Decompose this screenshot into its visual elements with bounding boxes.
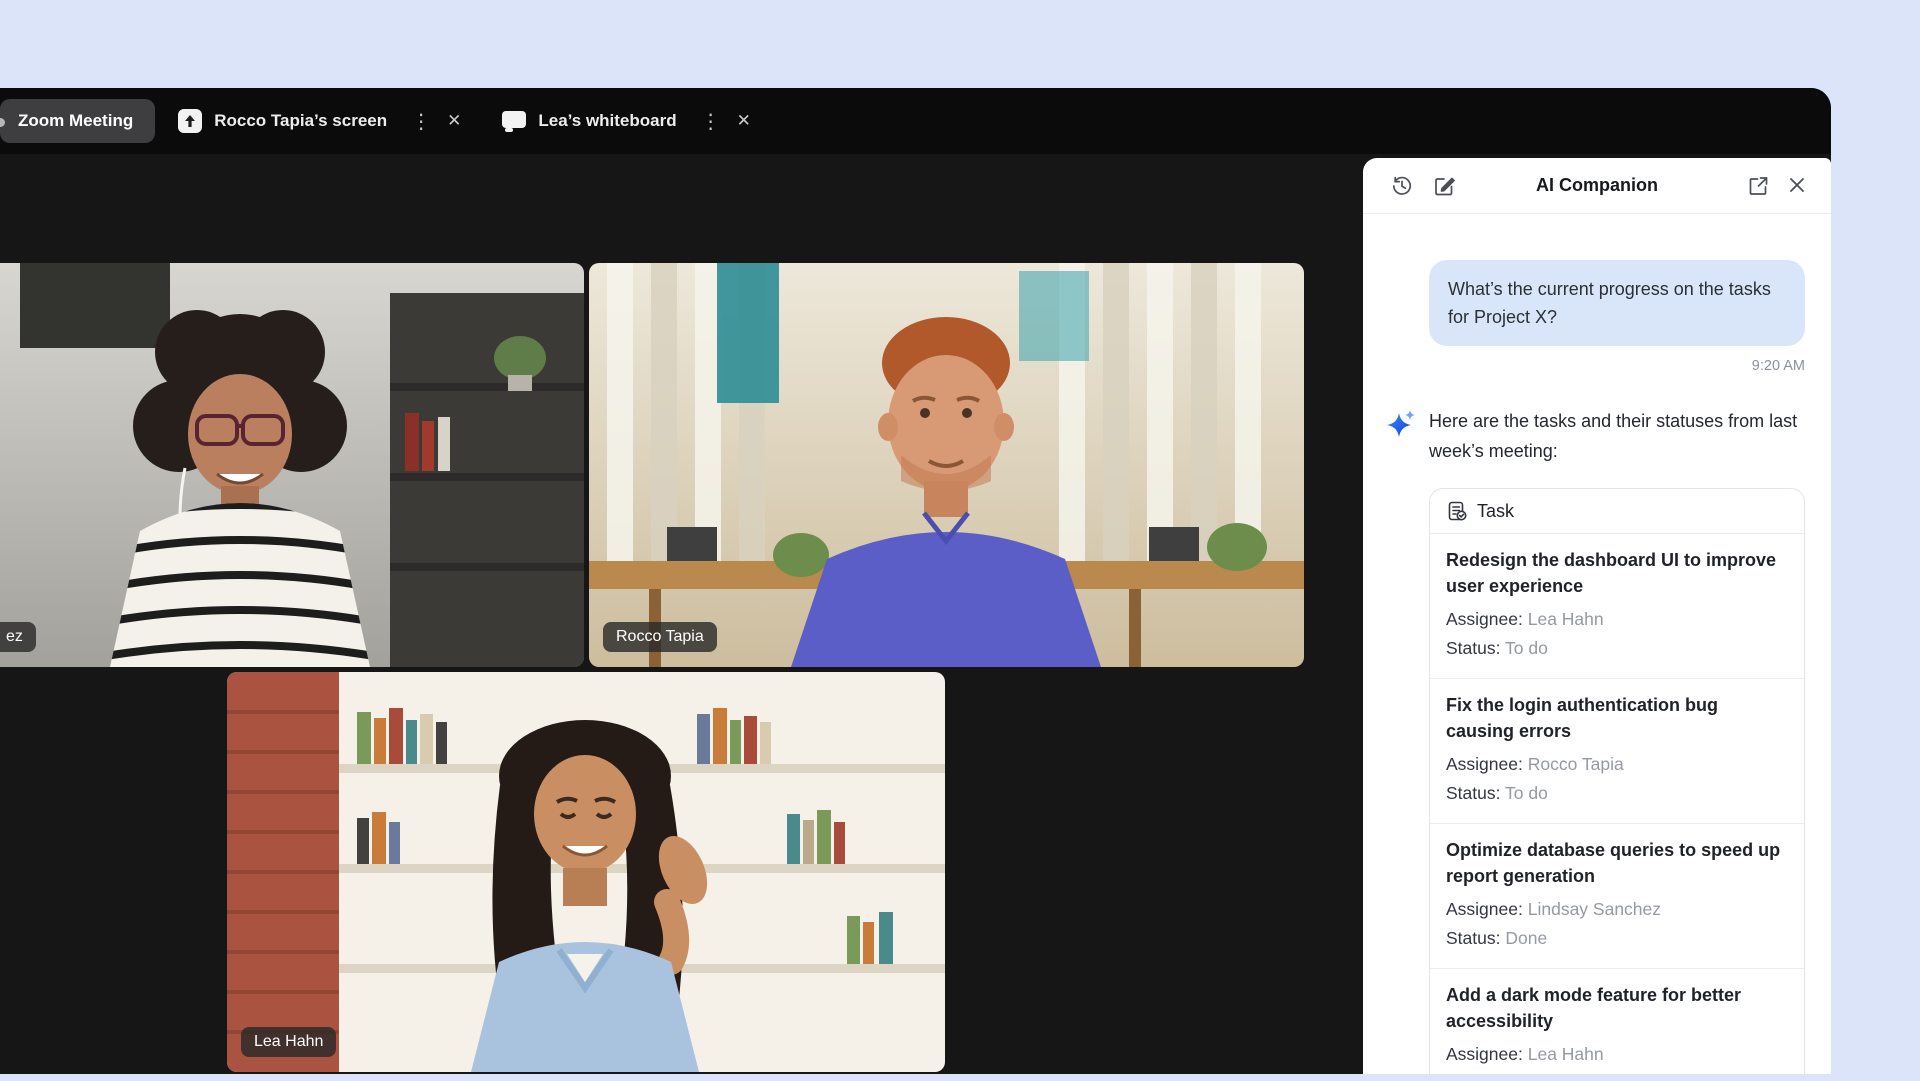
- tab-zoom-meeting[interactable]: Zoom Meeting: [0, 99, 155, 143]
- task-item: Optimize database queries to speed up re…: [1430, 823, 1804, 968]
- tab-menu-button[interactable]: ⋮: [403, 109, 439, 134]
- ai-companion-panel: AI Companion What’s the current prog: [1363, 158, 1831, 1074]
- participant-name-tag: ez: [0, 622, 36, 652]
- task-title: Optimize database queries to speed up re…: [1446, 837, 1788, 889]
- task-status: Status:: [1446, 783, 1500, 803]
- whiteboard-icon: [501, 109, 527, 133]
- tab-bar: Zoom Meeting Rocco Tapia’s screen ⋮ ✕ Le…: [0, 88, 1831, 154]
- tab-label: Zoom Meeting: [18, 111, 133, 131]
- ai-response-text: Here are the tasks and their statuses fr…: [1429, 406, 1805, 466]
- message-timestamp: 9:20 AM: [1429, 358, 1805, 374]
- task-assignee: Assignee: Lea Hahn Status: Done: [1446, 1040, 1788, 1074]
- task-assignee: Assignee: Lindsay Sanchez Status: Done: [1446, 895, 1788, 953]
- ai-panel-header: AI Companion: [1363, 158, 1831, 214]
- task-title: Fix the login authentication bug causing…: [1446, 692, 1788, 744]
- lea-video-illustration: [227, 672, 945, 1072]
- tab-close-button[interactable]: ✕: [729, 111, 759, 131]
- task-assignee: Assignee: Rocco Tapia Status: To do: [1446, 750, 1788, 808]
- tab-rocco-screen[interactable]: Rocco Tapia’s screen: [171, 99, 393, 143]
- tab-menu-button[interactable]: ⋮: [693, 109, 729, 134]
- task-title: Redesign the dashboard UI to improve use…: [1446, 547, 1788, 599]
- meeting-dot-icon: [0, 118, 5, 127]
- participant-name-tag: Rocco Tapia: [603, 622, 717, 652]
- tab-label: Rocco Tapia’s screen: [214, 111, 387, 131]
- video-tile-lea-hahn[interactable]: Lea Hahn: [227, 672, 945, 1072]
- video-grid: ez: [0, 154, 1363, 1074]
- task-status: Status:: [1446, 1073, 1500, 1074]
- zoom-app-window: Zoom Meeting Rocco Tapia’s screen ⋮ ✕ Le…: [0, 88, 1831, 1074]
- ai-response-message: Here are the tasks and their statuses fr…: [1429, 406, 1805, 1074]
- task-item: Redesign the dashboard UI to improve use…: [1430, 534, 1804, 678]
- task-item: Fix the login authentication bug causing…: [1430, 678, 1804, 823]
- ai-panel-title: AI Companion: [1363, 175, 1831, 196]
- video-tile-participant-1[interactable]: ez: [0, 263, 584, 667]
- ai-chat-body: What’s the current progress on the tasks…: [1363, 214, 1831, 1074]
- ai-sparkle-icon: [1385, 408, 1419, 447]
- rocco-video-illustration: [589, 263, 1304, 667]
- task-card-header-label: Task: [1477, 501, 1514, 522]
- task-item: Add a dark mode feature for better acces…: [1430, 968, 1804, 1074]
- task-card: Task Redesign the dashboard UI to improv…: [1429, 488, 1805, 1074]
- tab-lea-whiteboard[interactable]: Lea’s whiteboard: [495, 99, 682, 143]
- task-title: Add a dark mode feature for better acces…: [1446, 982, 1788, 1034]
- participant-name-tag: Lea Hahn: [241, 1027, 336, 1057]
- task-assignee: Assignee: Lea Hahn Status: To do: [1446, 605, 1788, 663]
- participant-1-video-illustration: [0, 263, 584, 667]
- task-card-header: Task: [1430, 489, 1804, 534]
- tab-label: Lea’s whiteboard: [538, 111, 676, 131]
- tab-close-button[interactable]: ✕: [439, 111, 469, 131]
- task-list-icon: [1446, 500, 1468, 522]
- user-message-bubble: What’s the current progress on the tasks…: [1429, 260, 1805, 346]
- task-status: Status:: [1446, 638, 1500, 658]
- video-tile-rocco-tapia[interactable]: Rocco Tapia: [589, 263, 1304, 667]
- task-status: Status:: [1446, 928, 1500, 948]
- share-screen-icon: [177, 108, 203, 134]
